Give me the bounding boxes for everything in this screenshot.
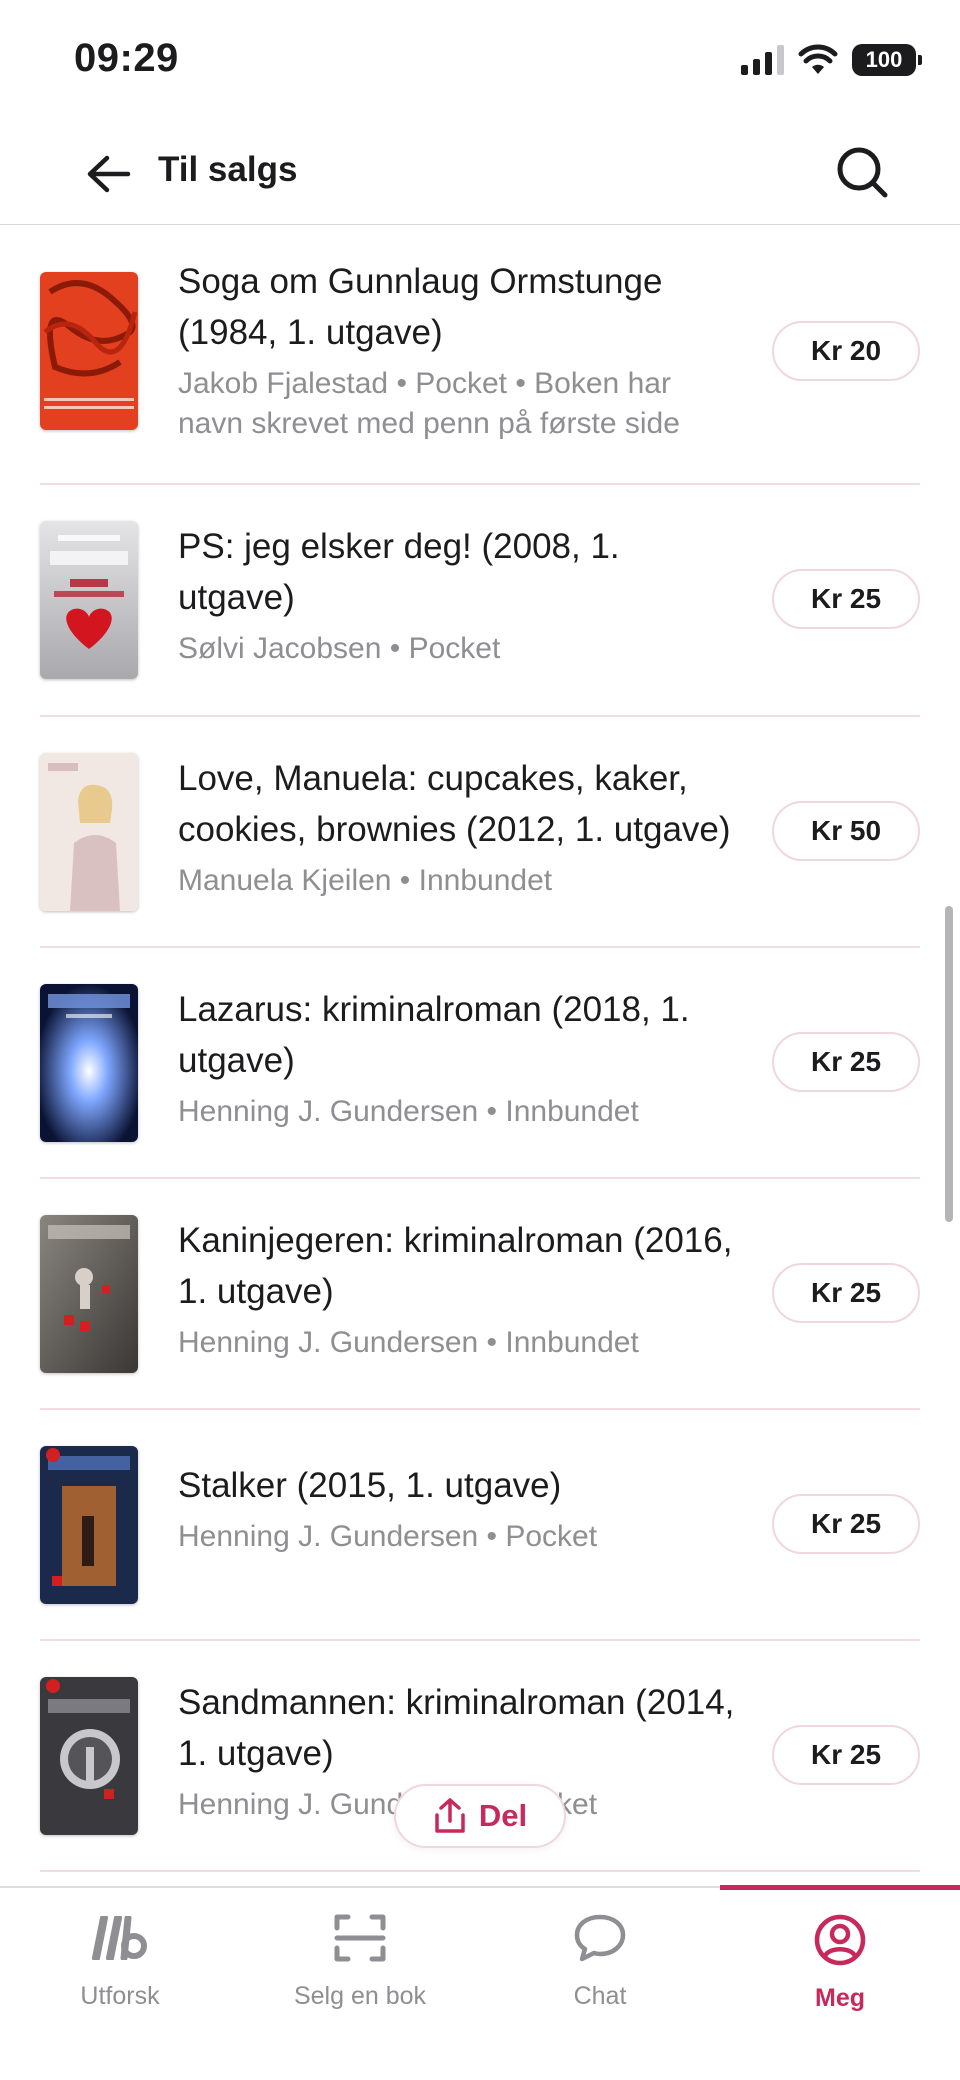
scan-icon [334,1914,386,1962]
price-badge[interactable]: Kr 25 [772,1725,920,1785]
tab-label: Utforsk [80,1982,160,2010]
battery-icon: 100 [852,44,922,76]
book-info: Kaninjegeren: kriminalroman (2016, 1. ut… [178,1215,738,1363]
tab-label: Selg en bok [293,1982,427,2010]
tab-label: Meg [815,1984,865,2012]
book-meta: Jakob Fjalestad • Pocket • Boken har nav… [178,367,680,440]
books-for-sale-list: Soga om Gunnlaug Ormstunge (1984, 1. utg… [40,224,920,1872]
book-title: Stalker (2015, 1. utgave) [178,1466,562,1505]
price-badge[interactable]: Kr 50 [772,801,920,861]
book-list-item[interactable]: PS: jeg elsker deg! (2008, 1. utgave) Sø… [40,485,920,717]
tab-utforsk[interactable]: Utforsk [0,1888,240,2028]
book-info: Stalker (2015, 1. utgave) Henning J. Gun… [178,1460,738,1557]
price-badge[interactable]: Kr 20 [772,321,920,381]
price-badge[interactable]: Kr 25 [772,1263,920,1323]
book-cover [40,521,138,679]
logo-icon [92,1916,147,1960]
search-button[interactable] [830,140,894,204]
book-cover [40,753,138,911]
book-cover [40,1215,138,1373]
book-cover [40,1677,138,1835]
status-bar: 09:29 100 [0,0,960,120]
book-meta: Sølvi Jacobsen • Pocket [178,632,501,665]
book-info: Love, Manuela: cupcakes, kaker, cookies,… [178,753,738,901]
price-badge[interactable]: Kr 25 [772,1032,920,1092]
tab-label: Chat [573,1982,627,2010]
book-list-item[interactable]: Soga om Gunnlaug Ormstunge (1984, 1. utg… [40,224,920,485]
arrow-left-icon [87,155,131,193]
book-meta: Henning J. Gundersen • Innbundet [178,1095,639,1128]
scroll-indicator[interactable] [945,906,953,1222]
book-info: Soga om Gunnlaug Ormstunge (1984, 1. utg… [178,256,738,444]
profile-icon [814,1914,866,1966]
share-icon [435,1798,465,1833]
tab-meg[interactable]: Meg [720,1885,960,2030]
cellular-signal-icon [741,45,784,75]
tab-selg-en-bok[interactable]: Selg en bok [240,1888,480,2028]
share-label: Del [478,1798,528,1833]
book-title: Love, Manuela: cupcakes, kaker, cookies,… [178,759,731,849]
book-meta: Henning J. Gundersen • Pocket [178,1520,598,1553]
book-cover [40,984,138,1142]
book-info: Lazarus: kriminalroman (2018, 1. utgave)… [178,984,738,1132]
price-badge[interactable]: Kr 25 [772,569,920,629]
book-title: PS: jeg elsker deg! (2008, 1. utgave) [178,527,620,617]
chat-bubble-icon [574,1914,626,1962]
book-list-item[interactable]: Kaninjegeren: kriminalroman (2016, 1. ut… [40,1179,920,1410]
book-cover [40,1446,138,1604]
wifi-icon [798,44,838,74]
book-list-item[interactable]: Love, Manuela: cupcakes, kaker, cookies,… [40,717,920,948]
status-time: 09:29 [74,36,179,80]
book-info: PS: jeg elsker deg! (2008, 1. utgave) Sø… [178,521,738,669]
book-meta: Manuela Kjeilen • Innbundet [178,864,553,897]
search-icon [837,147,888,198]
book-title: Kaninjegeren: kriminalroman (2016, 1. ut… [178,1221,733,1311]
book-list-item[interactable]: Lazarus: kriminalroman (2018, 1. utgave)… [40,948,920,1179]
book-list-item[interactable]: Stalker (2015, 1. utgave) Henning J. Gun… [40,1410,920,1641]
tab-chat[interactable]: Chat [480,1888,720,2028]
share-button[interactable]: Del [394,1784,566,1848]
book-cover [40,272,138,430]
navigation-header: Til salgs [0,120,960,225]
bottom-tab-bar: Utforsk Selg en bok Chat Meg [0,1885,960,2080]
back-button[interactable] [78,146,138,202]
status-icons: 100 [741,40,922,80]
book-title: Lazarus: kriminalroman (2018, 1. utgave) [178,990,690,1080]
price-badge[interactable]: Kr 25 [772,1494,920,1554]
book-meta: Henning J. Gundersen • Innbundet [178,1326,639,1359]
book-title: Sandmannen: kriminalroman (2014, 1. utga… [178,1683,735,1773]
page-title: Til salgs [158,150,298,189]
book-title: Soga om Gunnlaug Ormstunge (1984, 1. utg… [178,262,663,352]
